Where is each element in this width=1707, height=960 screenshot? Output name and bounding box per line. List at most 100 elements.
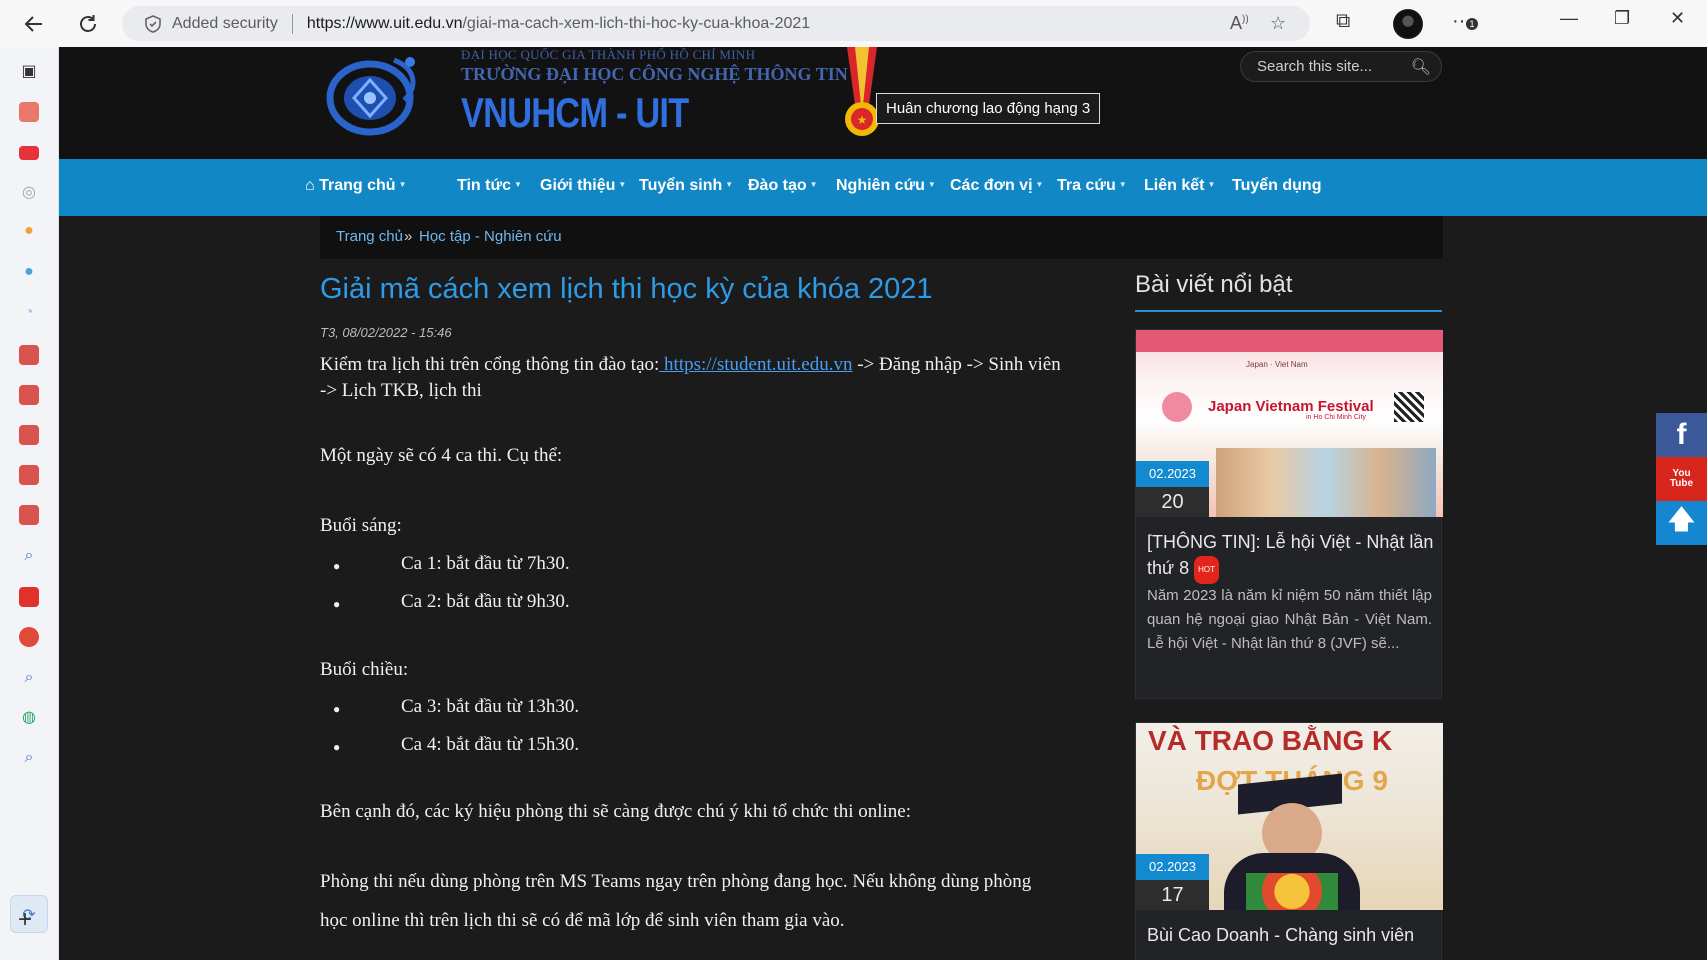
list-item: Ca 3: bắt đầu từ 13h30. [401, 696, 580, 717]
list-item: Ca 4: bắt đầu từ 15h30. [401, 734, 580, 755]
tab-actions-icon[interactable]: ▣ [18, 61, 40, 81]
notification-badge: 1 [1466, 18, 1478, 30]
scroll-top-arrow-icon[interactable]: 🡅 [1656, 501, 1707, 545]
post-title[interactable]: Bùi Cao Doanh - Chàng sinh viên [1147, 922, 1437, 948]
list-bullet: ● [333, 559, 341, 573]
nav-item-units[interactable]: Các đơn vị ▼ [950, 177, 1043, 195]
more-menu-icon[interactable]: ··· 1 [1452, 10, 1478, 33]
pdf-icon-3[interactable] [19, 425, 39, 445]
article-paragraph-1: Kiểm tra lịch thi trên cổng thông tin đà… [320, 354, 1061, 375]
nav-item-news[interactable]: Tin tức ▼ [457, 177, 522, 195]
article-paragraph-1-line2: -> Lịch TKB, lịch thi [320, 380, 482, 401]
post-month: 02.2023 [1136, 461, 1209, 487]
nav-item-training[interactable]: Đào tạo ▼ [748, 177, 818, 195]
article-paragraph-4-line2: học online thì trên lịch thi sẽ có để mã… [320, 910, 845, 931]
logo-university-name: ĐẠI HỌC QUỐC GIA THÀNH PHỐ HỒ CHÍ MINH [461, 47, 756, 62]
pdf-icon-2[interactable] [19, 385, 39, 405]
post-month: 02.2023 [1136, 854, 1209, 880]
list-item: Ca 2: bắt đầu từ 9h30. [401, 591, 570, 612]
featured-posts-divider [1135, 310, 1442, 312]
student-portal-link[interactable]: https://student.uit.edu.vn [659, 354, 852, 375]
pdf-icon[interactable] [19, 345, 39, 365]
article-paragraph-4: Phòng thi nếu dùng phòng trên MS Teams n… [320, 871, 1032, 892]
search-icon[interactable]: ⌕ [18, 547, 40, 565]
post-day: 17 [1136, 880, 1209, 910]
site-search[interactable]: 🔍︎ [1240, 51, 1442, 82]
svg-text:★: ★ [857, 113, 868, 127]
home-icon: ⌂ [305, 177, 315, 194]
search-icon-3[interactable]: ⌕ [18, 749, 40, 767]
list-item: Ca 1: bắt đầu từ 7h30. [401, 553, 570, 574]
search-input[interactable] [1257, 58, 1407, 75]
uit-logo-icon[interactable] [324, 50, 424, 138]
post-day: 20 [1136, 487, 1209, 517]
nav-item-about[interactable]: Giới thiệu ▼ [540, 177, 626, 195]
sidebar-app-photos-icon[interactable] [19, 102, 39, 122]
nav-item-links[interactable]: Liên kết ▼ [1144, 177, 1215, 195]
browser-sidebar: ▣ ◎ ● ● ◔ ⌕ ⌕ ◍ ⌕ ⟳ [0, 47, 59, 960]
logo-title[interactable]: VNUHCM - UIT [461, 89, 689, 137]
read-aloud-icon[interactable]: A)) [1230, 13, 1249, 34]
breadcrumb-current[interactable]: Học tập - Nghiên cứu [419, 228, 562, 245]
url-text[interactable]: https://www.uit.edu.vn/giai-ma-cach-xem-… [307, 15, 810, 33]
youtube-icon[interactable] [19, 146, 39, 160]
nav-item-admissions[interactable]: Tuyển sinh ▼ [639, 177, 733, 195]
back-arrow-icon[interactable] [14, 4, 54, 44]
site-header: ĐẠI HỌC QUỐC GIA THÀNH PHỐ HỒ CHÍ MINH T… [59, 47, 1707, 159]
article-title: Giải mã cách xem lịch thi học kỳ của khó… [320, 273, 933, 305]
web-page: ĐẠI HỌC QUỐC GIA THÀNH PHỐ HỒ CHÍ MINH T… [59, 47, 1707, 960]
close-window-icon[interactable]: ✕ [1670, 8, 1685, 29]
facebook-icon[interactable]: f [1656, 413, 1707, 457]
featured-posts-heading: Bài viết nổi bật [1135, 271, 1293, 298]
security-label: Added security [172, 14, 278, 32]
afternoon-heading: Buổi chiều: [320, 659, 409, 680]
main-nav: ⌂ Trang chủ ▼ Tin tức ▼ Giới thiệu ▼ Tuyển … [59, 159, 1707, 216]
profile-avatar[interactable] [1393, 9, 1423, 39]
list-bullet: ● [333, 597, 341, 611]
sidebar-app-icon-4[interactable]: ◔ [18, 304, 40, 322]
breadcrumb-home[interactable]: Trang chủ [336, 228, 403, 245]
sidebar-app-icon[interactable]: ◎ [18, 182, 40, 202]
address-bar[interactable]: Added security https://www.uit.edu.vn/gi… [122, 6, 1310, 41]
search-icon-2[interactable]: ⌕ [18, 669, 40, 687]
sidebar-app-red-icon[interactable] [19, 587, 39, 607]
medal-tooltip: Huân chương lao động hạng 3 [876, 93, 1101, 124]
post-excerpt: Năm 2023 là năm kỉ niệm 50 năm thiết lập… [1147, 587, 1432, 652]
youtube-icon[interactable]: You Tube [1656, 457, 1707, 501]
featured-post-card[interactable]: Japan · Viet Nam Japan Vietnam Festival … [1135, 329, 1443, 699]
featured-post-card[interactable]: VÀ TRAO BẰNG K ĐỢT THÁNG 9 02.2023 17 Bù… [1135, 722, 1443, 960]
sidebar-app-green-icon[interactable]: ◍ [18, 707, 40, 727]
nav-item-research[interactable]: Nghiên cứu ▼ [836, 177, 936, 195]
address-separator [291, 13, 293, 34]
sidebar-add-icon[interactable]: + [18, 906, 32, 934]
post-title[interactable]: [THÔNG TIN]: Lễ hội Việt - Nhật lần thứ … [1147, 529, 1437, 584]
article-paragraph-2: Một ngày sẽ có 4 ca thi. Cụ thể: [320, 445, 563, 466]
breadcrumb: Trang chủ » Học tập - Nghiên cứu [320, 216, 1443, 259]
nav-item-lookup[interactable]: Tra cứu ▼ [1057, 177, 1127, 195]
sidebar-app-icon-2[interactable]: ● [18, 222, 40, 240]
article-paragraph-3: Bên cạnh đó, các ký hiệu phòng thi sẽ cà… [320, 801, 911, 822]
search-icon[interactable]: 🔍︎ [1411, 57, 1431, 77]
favorite-star-icon[interactable]: ☆ [1270, 13, 1286, 34]
minimize-icon[interactable]: — [1560, 8, 1578, 29]
url-host: https://www.uit.edu.vn [306, 14, 463, 32]
shield-icon[interactable] [144, 14, 162, 33]
pdf-icon-5[interactable] [19, 505, 39, 525]
extensions-icon[interactable]: ⧉ [1336, 10, 1350, 33]
hot-badge: HOT [1194, 556, 1219, 584]
morning-heading: Buổi sáng: [320, 515, 402, 536]
nav-item-home[interactable]: ⌂ Trang chủ ▼ [305, 177, 407, 195]
browser-toolbar: Added security https://www.uit.edu.vn/gi… [0, 0, 1707, 47]
restore-icon[interactable]: ❐ [1614, 8, 1630, 29]
pdf-icon-4[interactable] [19, 465, 39, 485]
url-path: /giai-ma-cach-xem-lich-thi-hoc-ky-cua-kh… [462, 14, 811, 32]
nav-item-careers[interactable]: Tuyển dụng [1232, 177, 1321, 195]
list-bullet: ● [333, 740, 341, 754]
breadcrumb-separator: » [404, 228, 413, 245]
article-date: T3, 08/02/2022 - 15:46 [320, 325, 452, 340]
sidebar-app-badge-icon[interactable] [19, 627, 39, 647]
list-bullet: ● [333, 702, 341, 716]
reload-icon[interactable] [68, 4, 108, 44]
sidebar-app-icon-3[interactable]: ● [18, 263, 40, 281]
logo-school-name: TRƯỜNG ĐẠI HỌC CÔNG NGHỆ THÔNG TIN [461, 64, 848, 84]
